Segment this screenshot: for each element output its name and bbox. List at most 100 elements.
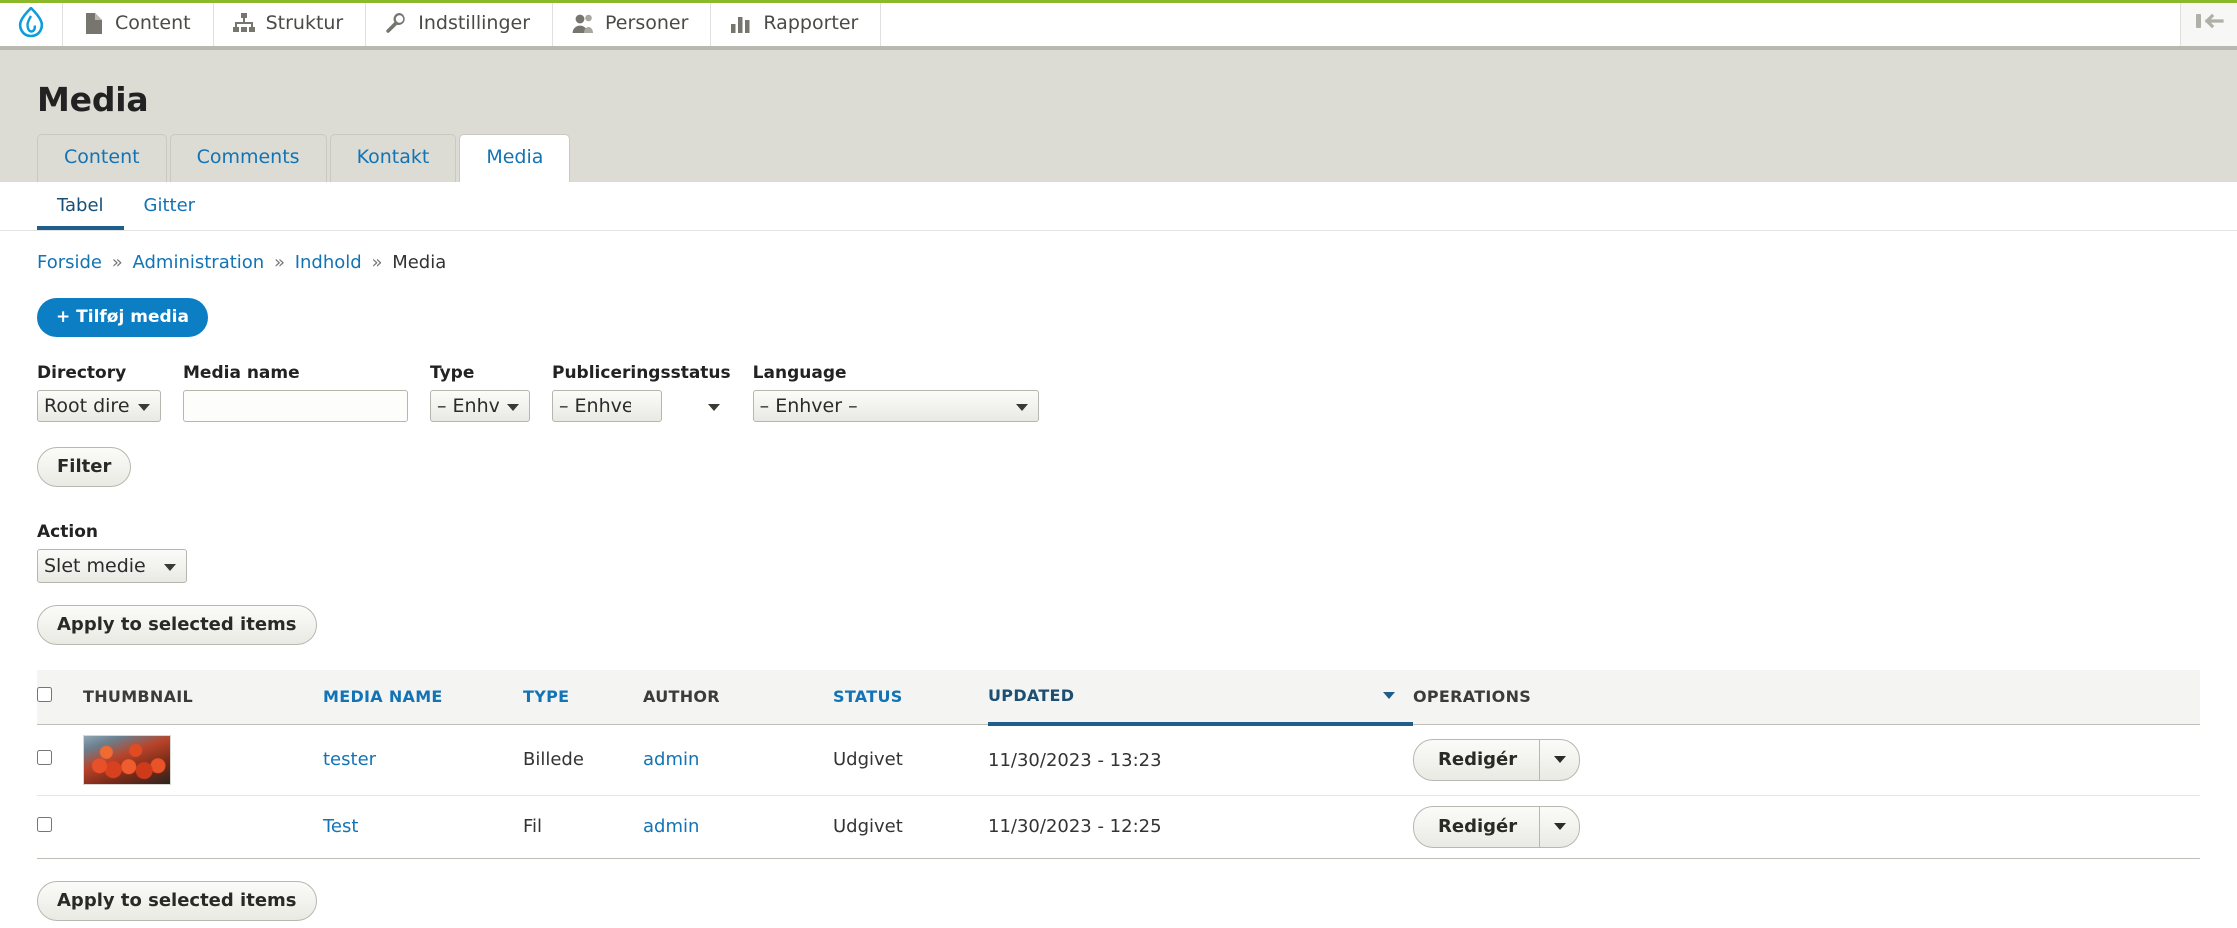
primary-tabs: Content Comments Kontakt Media xyxy=(0,119,2237,182)
toolbar-item-label: Rapporter xyxy=(763,12,858,34)
filter-directory-group: Directory Root directory xyxy=(37,363,161,422)
file-icon xyxy=(82,12,104,34)
toolbar-item-label: Struktur xyxy=(266,12,344,34)
breadcrumb-link-indhold[interactable]: Indhold xyxy=(295,252,362,273)
row-operations-cell: Redigér xyxy=(1413,795,2200,858)
filter-media-name-label: Media name xyxy=(183,363,408,383)
operations-dropdown-toggle[interactable] xyxy=(1539,807,1579,847)
toolbar-item-personer[interactable]: Personer xyxy=(553,0,711,46)
sort-descending-icon xyxy=(1383,692,1395,699)
author-link[interactable]: admin xyxy=(643,816,699,837)
column-header-updated-label: UPDATED xyxy=(988,686,1074,705)
drupal-drop-logo-icon[interactable] xyxy=(0,0,63,46)
row-author-cell: admin xyxy=(643,795,833,858)
column-header-status[interactable]: STATUS xyxy=(833,670,988,724)
admin-toolbar: Content Struktur Indstillinger xyxy=(0,0,2237,50)
row-select-cell xyxy=(37,795,83,858)
collapse-left-icon xyxy=(2194,11,2224,36)
media-name-link[interactable]: Test xyxy=(323,816,358,837)
primary-tab-kontakt[interactable]: Kontakt xyxy=(330,134,457,182)
media-thumbnail-image[interactable] xyxy=(83,735,171,785)
primary-tab-label: Comments xyxy=(197,146,300,168)
bulk-action-label: Action xyxy=(37,522,2200,542)
bulk-action-group: Action Slet medie xyxy=(37,522,2200,583)
breadcrumb-link-administration[interactable]: Administration xyxy=(133,252,265,273)
publication-status-select[interactable]: – Enhver – xyxy=(552,390,662,422)
select-all-checkbox[interactable] xyxy=(37,687,52,702)
toolbar-item-label: Personer xyxy=(605,12,688,34)
column-header-thumbnail: THUMBNAIL xyxy=(83,670,323,724)
secondary-tab-gitter[interactable]: Gitter xyxy=(124,182,216,230)
people-icon xyxy=(572,12,594,34)
toolbar-item-indstillinger[interactable]: Indstillinger xyxy=(366,0,553,46)
row-select-checkbox[interactable] xyxy=(37,750,52,765)
media-name-link[interactable]: tester xyxy=(323,749,376,770)
secondary-tab-label: Gitter xyxy=(144,195,196,216)
toolbar-orientation-toggle[interactable] xyxy=(2181,0,2237,46)
edit-button[interactable]: Redigér xyxy=(1414,740,1539,780)
filter-type-label: Type xyxy=(430,363,530,383)
select-all-header xyxy=(37,670,83,724)
add-media-button[interactable]: + Tilføj media xyxy=(37,298,208,337)
author-link[interactable]: admin xyxy=(643,749,699,770)
media-table: THUMBNAIL MEDIA NAME TYPE AUTHOR STATUS … xyxy=(37,670,2200,859)
type-select-wrap: – Enhver – xyxy=(430,390,530,422)
sitemap-icon xyxy=(233,12,255,34)
row-status-cell: Udgivet xyxy=(833,724,988,795)
column-header-media-name[interactable]: MEDIA NAME xyxy=(323,670,523,724)
publication-status-select-wrap: – Enhver – xyxy=(552,390,731,422)
primary-tab-content[interactable]: Content xyxy=(37,134,167,182)
directory-select[interactable]: Root directory xyxy=(37,390,161,422)
media-table-head: THUMBNAIL MEDIA NAME TYPE AUTHOR STATUS … xyxy=(37,670,2200,724)
bar-chart-icon xyxy=(730,12,752,34)
row-type-cell: Billede xyxy=(523,724,643,795)
primary-tab-label: Media xyxy=(486,146,543,168)
filter-publication-status-group: Publiceringsstatus – Enhver – xyxy=(552,363,731,422)
row-thumbnail-cell xyxy=(83,795,323,858)
toolbar-item-content[interactable]: Content xyxy=(63,0,214,46)
apply-to-selected-items-button-bottom[interactable]: Apply to selected items xyxy=(37,881,317,921)
row-select-checkbox[interactable] xyxy=(37,817,52,832)
apply-to-selected-items-button-top[interactable]: Apply to selected items xyxy=(37,605,317,645)
page-header-region: Media Content Comments Kontakt Media xyxy=(0,50,2237,182)
main-content: Forside » Administration » Indhold » Med… xyxy=(0,231,2237,921)
filter-button[interactable]: Filter xyxy=(37,447,131,487)
toolbar-item-label: Content xyxy=(115,12,191,34)
row-operations-cell: Redigér xyxy=(1413,724,2200,795)
filter-language-group: Language – Enhver – xyxy=(753,363,1039,422)
row-media-name-cell: tester xyxy=(323,724,523,795)
filter-type-group: Type – Enhver – xyxy=(430,363,530,422)
bulk-action-select[interactable]: Slet medie xyxy=(37,549,187,583)
breadcrumb-separator: » xyxy=(270,252,289,273)
toolbar-item-rapporter[interactable]: Rapporter xyxy=(711,0,881,46)
toolbar-item-struktur[interactable]: Struktur xyxy=(214,0,367,46)
toolbar-item-label: Indstillinger xyxy=(418,12,530,34)
filter-publication-status-label: Publiceringsstatus xyxy=(552,363,731,383)
secondary-tabs: Tabel Gitter xyxy=(0,182,2237,231)
media-name-input[interactable] xyxy=(183,390,408,422)
media-table-header-row: THUMBNAIL MEDIA NAME TYPE AUTHOR STATUS … xyxy=(37,670,2200,724)
type-select[interactable]: – Enhver – xyxy=(430,390,530,422)
filter-directory-label: Directory xyxy=(37,363,161,383)
wrench-icon xyxy=(385,12,407,34)
filter-form: Directory Root directory Media name Type… xyxy=(37,363,2200,422)
breadcrumb: Forside » Administration » Indhold » Med… xyxy=(37,231,2200,273)
row-type-cell: Fil xyxy=(523,795,643,858)
primary-tab-label: Content xyxy=(64,146,140,168)
breadcrumb-link-forside[interactable]: Forside xyxy=(37,252,102,273)
primary-tab-comments[interactable]: Comments xyxy=(170,134,327,182)
row-updated-cell: 11/30/2023 - 12:25 xyxy=(988,795,1413,858)
column-header-type[interactable]: TYPE xyxy=(523,670,643,724)
primary-tab-media[interactable]: Media xyxy=(459,134,570,182)
column-header-updated[interactable]: UPDATED xyxy=(988,670,1413,724)
language-select[interactable]: – Enhver – xyxy=(753,390,1039,422)
secondary-tab-label: Tabel xyxy=(57,195,104,216)
row-updated-cell: 11/30/2023 - 13:23 xyxy=(988,724,1413,795)
media-table-body: tester Billede admin Udgivet 11/30/2023 … xyxy=(37,724,2200,858)
secondary-tab-tabel[interactable]: Tabel xyxy=(37,182,124,230)
toolbar-spacer xyxy=(881,0,2181,46)
edit-button[interactable]: Redigér xyxy=(1414,807,1539,847)
operations-dropdown-toggle[interactable] xyxy=(1539,740,1579,780)
row-author-cell: admin xyxy=(643,724,833,795)
column-header-author: AUTHOR xyxy=(643,670,833,724)
